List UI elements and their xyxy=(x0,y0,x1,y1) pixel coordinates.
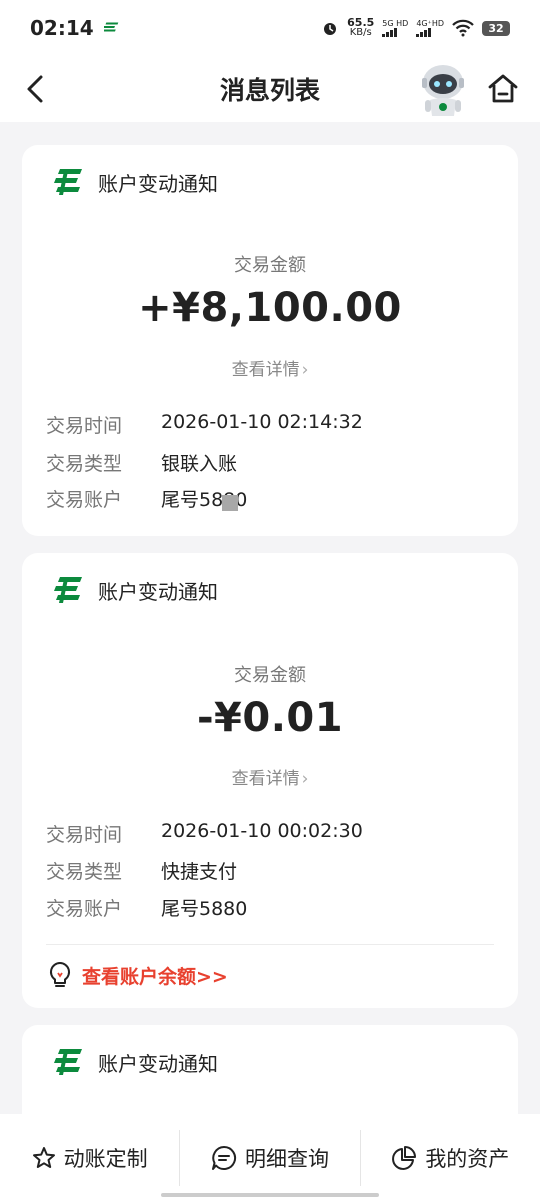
postal-bank-logo-icon xyxy=(54,577,82,603)
tab-transaction-alert-settings[interactable]: 动账定制 xyxy=(0,1130,179,1186)
chevron-right-icon: › xyxy=(301,769,309,789)
scroll-indicator xyxy=(222,495,238,511)
star-settings-icon xyxy=(32,1147,55,1168)
amount-label: 交易金额 xyxy=(234,665,306,686)
tab-my-assets[interactable]: 我的资产 xyxy=(361,1130,540,1186)
back-button[interactable] xyxy=(18,72,52,106)
wifi-icon xyxy=(452,19,474,37)
info-row: 交易时间 2026-01-10 00:02:30 xyxy=(46,820,363,847)
home-indicator-bar xyxy=(161,1193,379,1197)
chat-list-icon xyxy=(211,1145,236,1170)
signal-bars-icon xyxy=(416,28,432,37)
card-title: 账户变动通知 xyxy=(98,171,218,196)
signal-4g: 4G⁺HD xyxy=(416,19,444,37)
card-header: 账户变动通知 xyxy=(50,575,218,605)
view-detail-link[interactable]: 查看详情 › xyxy=(22,355,518,380)
card-header: 账户变动通知 xyxy=(50,1047,218,1077)
row-key: 交易时间 xyxy=(46,415,123,437)
card-title: 账户变动通知 xyxy=(98,1051,218,1076)
view-detail-label: 查看详情 xyxy=(231,360,300,380)
row-value: 2026-01-10 02:14:32 xyxy=(161,411,363,433)
status-bar: 02:14 65.5 KB/s 5G HD 4G⁺HD 32 xyxy=(0,0,540,56)
signal-5g: 5G HD xyxy=(382,19,408,37)
info-row: 交易类型 银联入账 xyxy=(46,449,237,476)
postal-logo-icon xyxy=(103,22,118,32)
tab-detail-query[interactable]: 明细查询 xyxy=(180,1130,359,1186)
row-value: 2026-01-10 00:02:30 xyxy=(161,820,363,842)
speed-unit: KB/s xyxy=(349,27,372,38)
divider xyxy=(46,944,494,945)
row-key: 交易账户 xyxy=(46,898,123,920)
info-row: 交易账户 尾号5880 xyxy=(46,894,247,921)
assistant-robot-icon[interactable] xyxy=(418,62,468,118)
transaction-amount: -¥0.01 xyxy=(196,695,344,741)
app-header: 消息列表 xyxy=(0,56,540,122)
signal-bars-icon xyxy=(382,28,398,37)
card-header: 账户变动通知 xyxy=(50,167,218,197)
message-card[interactable]: 账户变动通知 交易金额 +¥8,100.00 查看详情 › 交易时间 2026-0… xyxy=(22,145,518,536)
view-balance-label: 查看账户余额>> xyxy=(82,965,228,988)
tab-label: 动账定制 xyxy=(63,1147,148,1171)
postal-bank-logo-icon xyxy=(54,169,82,195)
info-row: 交易时间 2026-01-10 02:14:32 xyxy=(46,411,363,438)
battery-indicator: 32 xyxy=(482,20,510,36)
row-value: 快捷支付 xyxy=(161,861,238,883)
status-indicators: 65.5 KB/s 5G HD 4G⁺HD 32 xyxy=(321,17,510,38)
tab-label: 明细查询 xyxy=(244,1147,329,1171)
net1-label: 5G HD xyxy=(382,19,409,28)
home-icon[interactable] xyxy=(486,72,520,106)
view-detail-label: 查看详情 xyxy=(231,769,300,789)
bottom-tab-bar: 动账定制 明细查询 我的资产 xyxy=(0,1114,540,1200)
row-key: 交易类型 xyxy=(46,453,123,475)
row-key: 交易账户 xyxy=(46,489,123,509)
lightbulb-icon xyxy=(49,961,71,987)
view-detail-link[interactable]: 查看详情 › xyxy=(22,764,518,789)
alarm-icon xyxy=(324,23,337,35)
info-row: 交易类型 快捷支付 xyxy=(46,857,237,884)
pie-chart-icon xyxy=(392,1146,417,1170)
tab-label: 我的资产 xyxy=(425,1147,510,1171)
page-title: 消息列表 xyxy=(219,76,320,105)
status-time: 02:14 xyxy=(30,16,94,40)
row-key: 交易时间 xyxy=(46,824,123,846)
view-balance-link[interactable]: 查看账户余额>> xyxy=(48,961,228,989)
row-value: 尾号5880 xyxy=(161,898,248,920)
net2-label: 4G⁺HD xyxy=(416,19,444,28)
network-speed: 65.5 KB/s xyxy=(347,17,374,38)
row-value: 银联入账 xyxy=(161,453,238,475)
row-key: 交易类型 xyxy=(46,861,123,883)
back-arrow-icon xyxy=(27,75,43,103)
chevron-right-icon: › xyxy=(301,360,309,380)
transaction-amount: +¥8,100.00 xyxy=(138,285,402,331)
info-row: 交易账户 尾号5880 xyxy=(46,485,247,509)
message-card[interactable]: 账户变动通知 交易金额 -¥0.01 查看详情 › 交易时间 2026-01-10… xyxy=(22,553,518,1008)
amount-label: 交易金额 xyxy=(234,255,306,276)
card-title: 账户变动通知 xyxy=(98,579,218,604)
postal-bank-logo-icon xyxy=(54,1049,82,1075)
